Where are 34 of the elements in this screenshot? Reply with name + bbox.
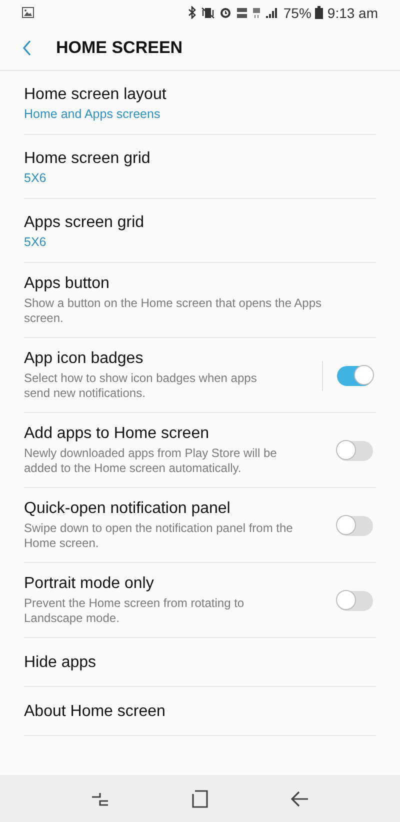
- setting-title[interactable]: Home screen grid: [24, 150, 376, 168]
- recent-apps-icon[interactable]: [91, 790, 109, 806]
- setting-description: Newly downloaded apps from Play Store will be added to the Home screen automatically.: [24, 446, 278, 476]
- toggle-switch[interactable]: [337, 516, 373, 536]
- setting-description: Select how to show icon badges when apps send new notifications.: [24, 371, 258, 401]
- setting-title[interactable]: App icon badges: [24, 350, 322, 368]
- signal-icon: [265, 6, 280, 18]
- bluetooth-icon: [188, 6, 198, 19]
- setting-value: 5X6: [24, 170, 48, 184]
- image-icon: [22, 7, 34, 18]
- setting-value: Home and Apps screens: [24, 106, 162, 120]
- setting-title[interactable]: Hide apps: [24, 654, 376, 672]
- screen-title: HOME SCREEN: [56, 38, 183, 58]
- setting-description: Prevent the Home screen from rotating to Landscape mode.: [24, 596, 246, 626]
- setting-title[interactable]: Quick-open notification panel: [24, 500, 337, 518]
- setting-title[interactable]: Portrait mode only: [24, 575, 337, 593]
- vibrate-icon: [201, 6, 216, 18]
- alarm-icon: [219, 6, 232, 19]
- clock-time: 9:13 am: [327, 4, 378, 20]
- setting-title[interactable]: About Home screen: [24, 702, 376, 720]
- setting-title[interactable]: Apps button: [24, 275, 376, 293]
- setting-description: Show a button on the Home screen that opens the Apps screen.: [24, 296, 323, 326]
- battery-icon: [315, 6, 324, 19]
- setting-description: Swipe down to open the notification panel from the Home screen.: [24, 521, 294, 551]
- setting-title[interactable]: Add apps to Home screen: [24, 425, 337, 443]
- arrow-left-icon[interactable]: [291, 790, 309, 806]
- toggle-switch[interactable]: [337, 366, 373, 386]
- setting-title[interactable]: Home screen layout: [24, 86, 376, 104]
- setting-title[interactable]: Apps screen grid: [24, 214, 376, 232]
- chevron-left-icon[interactable]: [22, 40, 32, 56]
- setting-value: 5X6: [24, 234, 48, 248]
- battery-percentage: 75%: [283, 4, 312, 20]
- toggle-switch[interactable]: [337, 590, 373, 610]
- toggle-switch[interactable]: [337, 440, 373, 460]
